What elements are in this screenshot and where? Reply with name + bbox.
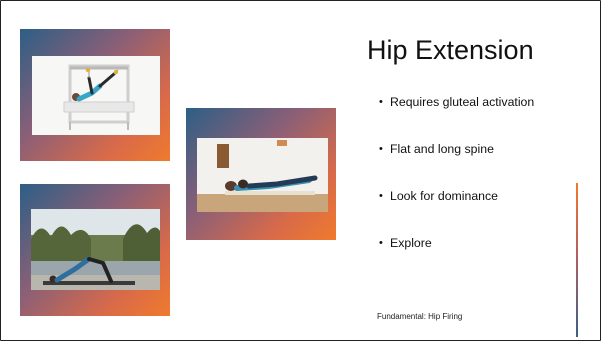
bullet-item: Look for dominance	[379, 185, 534, 232]
bullet-item: Requires gluteal activation	[379, 91, 534, 138]
cadillac-illustration	[32, 56, 160, 135]
bullet-item: Flat and long spine	[379, 138, 534, 185]
bullet-item: Explore	[379, 232, 534, 279]
photo-bridge-exercise	[31, 209, 160, 290]
slide-title: Hip Extension	[367, 35, 534, 65]
slide-footer: Fundamental: Hip Firing	[377, 312, 463, 321]
accent-line	[576, 183, 578, 337]
slide: Hip Extension Requires gluteal activatio…	[0, 0, 601, 341]
prone-illustration	[197, 138, 328, 212]
photo-prone-exercise	[197, 138, 328, 212]
photo-cadillac-exercise	[32, 56, 160, 135]
bridge-illustration	[31, 209, 160, 290]
bullet-list: Requires gluteal activation Flat and lon…	[379, 91, 534, 279]
